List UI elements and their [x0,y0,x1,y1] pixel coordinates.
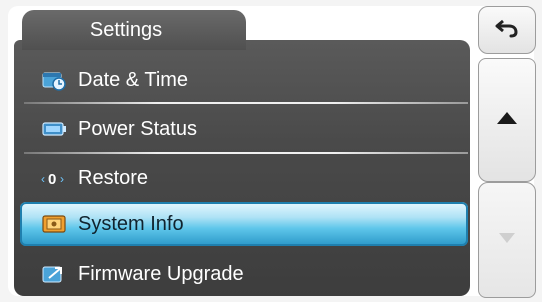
back-arrow-icon [494,18,520,43]
menu-item-label: Restore [78,166,149,189]
scroll-up-button[interactable] [478,58,536,182]
settings-panel: Date & Time Power Status ‹ 0 › Restore S… [14,40,470,296]
tab-settings[interactable]: Settings [22,10,246,50]
menu-item-date-time[interactable]: Date & Time [14,56,470,104]
system-info-icon [40,213,68,235]
svg-text:›: › [60,172,64,186]
firmware-upgrade-icon [40,263,68,285]
restore-icon: ‹ 0 › [40,167,68,189]
menu-item-label: System Info [78,212,184,235]
menu-item-power-status[interactable]: Power Status [14,105,470,153]
menu-item-label: Date & Time [78,68,189,91]
triangle-up-icon [495,110,519,131]
divider [24,102,468,104]
menu-item-label: Power Status [78,117,197,140]
menu-item-system-info[interactable]: System Info [20,202,468,246]
calendar-clock-icon [40,69,68,91]
tab-settings-label: Settings [89,19,163,41]
menu-item-firmware-upgrade[interactable]: Firmware Upgrade [14,250,470,296]
menu-item-restore[interactable]: ‹ 0 › Restore [14,154,470,202]
triangle-down-icon [497,231,517,250]
svg-text:0: 0 [48,171,56,188]
back-button[interactable] [478,6,536,54]
scroll-down-button[interactable] [478,182,536,298]
svg-text:‹: ‹ [41,172,45,186]
menu-item-label: Firmware Upgrade [78,262,244,285]
battery-icon [40,118,68,140]
